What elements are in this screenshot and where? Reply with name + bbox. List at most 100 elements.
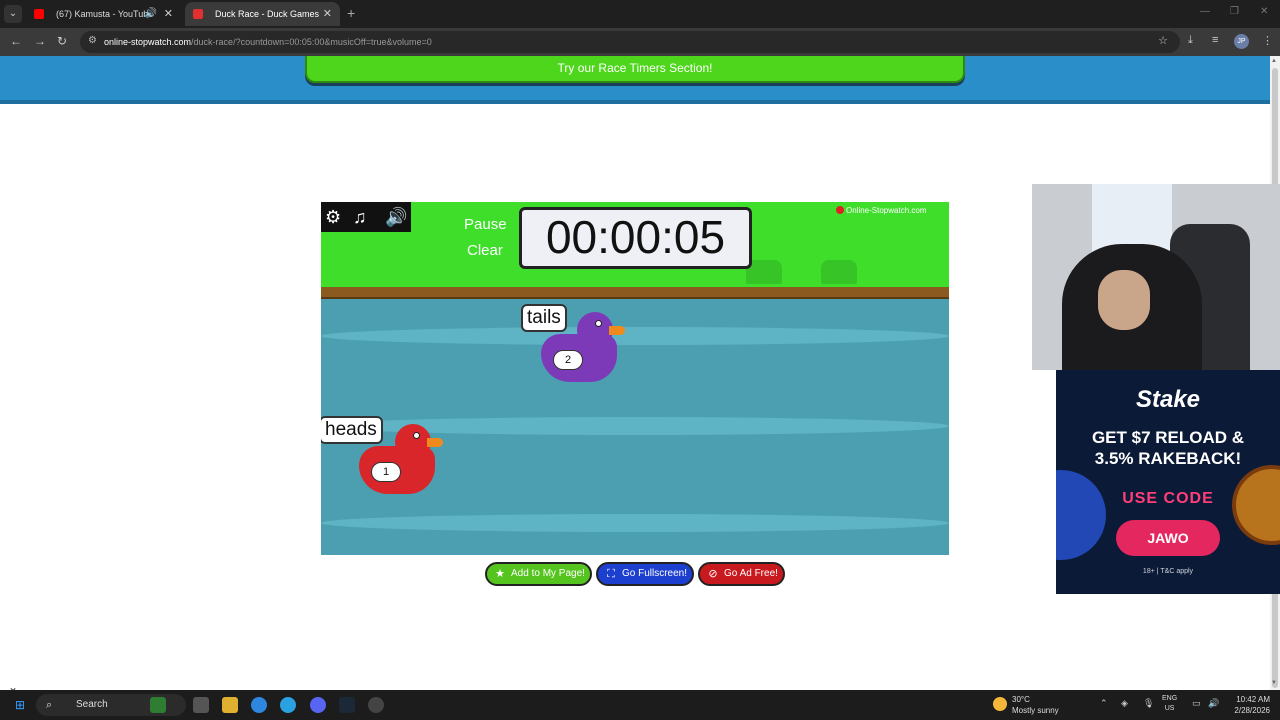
- river-bank: [321, 287, 949, 299]
- ad-use-code: USE CODE: [1122, 490, 1214, 507]
- clock-date: 2/28/2026: [1234, 706, 1270, 715]
- telegram-icon[interactable]: [280, 697, 296, 713]
- duck-eye: [595, 320, 602, 327]
- stopwatch-favicon-icon: [193, 9, 203, 19]
- file-explorer-icon[interactable]: [222, 697, 238, 713]
- duck-race-game[interactable]: ⚙ ♫ 🔊 Pause Clear 00:00:05 Online-Stopwa…: [321, 202, 949, 555]
- duck-beak: [427, 438, 443, 447]
- back-arrow-icon[interactable]: ←: [10, 34, 22, 48]
- fullscreen-label: Go Fullscreen!: [622, 568, 688, 579]
- lang-region: US: [1164, 705, 1175, 712]
- game-toolbar: ⚙ ♫ 🔊: [321, 202, 411, 232]
- tab-search-menu-icon[interactable]: ⌄: [4, 5, 22, 23]
- profile-avatar[interactable]: JP: [1234, 34, 1249, 49]
- bush: [821, 260, 857, 284]
- stake-ad[interactable]: Stake GET $7 RELOAD & 3.5% RAKEBACK! USE…: [1056, 370, 1280, 594]
- microphone-icon[interactable]: 🎙: [1143, 698, 1154, 709]
- close-tab-icon[interactable]: ✕: [164, 2, 173, 26]
- youtube-favicon-icon: [34, 9, 44, 19]
- ad-brand: Stake: [1135, 386, 1201, 413]
- fullscreen-button[interactable]: ⛶ Go Fullscreen!: [596, 562, 694, 586]
- volume-icon[interactable]: 🔊: [1208, 698, 1219, 709]
- fullscreen-icon: ⛶: [607, 568, 615, 580]
- scroll-down-icon[interactable]: ▼: [1271, 680, 1277, 686]
- new-tab-plus-icon[interactable]: +: [347, 5, 355, 21]
- close-window-icon[interactable]: ✕: [1260, 6, 1268, 17]
- duck-label-heads: heads: [321, 416, 383, 444]
- weather-sun-icon: [993, 697, 1007, 711]
- ad-headline: GET $7 RELOAD &: [1091, 428, 1245, 447]
- no-ads-icon: ⊘: [708, 568, 718, 580]
- close-tab-icon[interactable]: ✕: [323, 2, 332, 26]
- clear-button[interactable]: Clear: [467, 242, 503, 259]
- scroll-up-icon[interactable]: ▲: [1271, 58, 1277, 64]
- tab-duck-race[interactable]: Duck Race - Duck Games ✕: [185, 2, 340, 26]
- ad-code-button[interactable]: JAWO: [1116, 520, 1220, 556]
- url-text: online-stopwatch.com/duck-race/?countdow…: [104, 37, 432, 47]
- speaker-icon[interactable]: 🔊: [145, 2, 157, 26]
- water-wave: [321, 327, 949, 345]
- steam-icon[interactable]: [339, 697, 355, 713]
- bookmark-star-icon[interactable]: ☆: [1158, 34, 1168, 47]
- widget-icon[interactable]: [150, 697, 166, 713]
- chrome-icon[interactable]: [251, 697, 267, 713]
- cricket-ball-graphic: [1056, 470, 1106, 560]
- ad-free-button[interactable]: ⊘ Go Ad Free!: [698, 562, 785, 586]
- obs-icon[interactable]: [368, 697, 384, 713]
- chevron-down-icon[interactable]: ⌄: [8, 680, 18, 690]
- add-to-page-label: Add to My Page!: [511, 568, 585, 579]
- reload-icon[interactable]: ↻: [57, 34, 67, 48]
- streamer-face: [1098, 270, 1150, 330]
- clock-time: 10:42 AM: [1236, 695, 1270, 704]
- minimize-icon[interactable]: —: [1200, 6, 1210, 17]
- tab-title: (67) Kamusta - YouTube: [56, 9, 154, 19]
- reading-list-icon[interactable]: ≡: [1212, 34, 1218, 46]
- windows-start-icon[interactable]: ⊞: [12, 697, 28, 713]
- display-icon[interactable]: ▭: [1192, 698, 1201, 709]
- language-indicator[interactable]: ENG US: [1162, 694, 1177, 714]
- weather-temp: 30°C: [1012, 695, 1030, 704]
- windows-taskbar: ⊞ ⌕ Search 30°C Mostly sunny ⌃ ◈ 🎙 ENG US …: [0, 690, 1280, 720]
- chevron-up-icon[interactable]: ⌃: [1100, 698, 1108, 709]
- settings-gear-icon[interactable]: ⚙: [325, 206, 341, 228]
- browser-toolbar: ← → ↻ ⚙ online-stopwatch.com/duck-race/?…: [0, 28, 1280, 56]
- duck-number: 1: [371, 462, 401, 482]
- music-off-icon[interactable]: ♫: [353, 206, 367, 228]
- tab-title: Duck Race - Duck Games: [215, 9, 320, 19]
- countdown-timer: 00:00:05: [519, 207, 752, 269]
- star-icon: ★: [495, 568, 505, 580]
- menu-kebab-icon[interactable]: ⋮: [1262, 34, 1273, 47]
- webcam-overlay: [1032, 184, 1280, 370]
- ad-free-label: Go Ad Free!: [724, 568, 778, 579]
- duck-eye: [413, 432, 420, 439]
- ad-headline: 3.5% RAKEBACK!: [1094, 449, 1242, 468]
- tab-youtube[interactable]: (67) Kamusta - YouTube 🔊 ✕: [26, 2, 181, 26]
- search-icon: ⌕: [46, 699, 53, 711]
- sound-icon[interactable]: 🔊: [385, 206, 407, 228]
- search-placeholder: Search: [76, 699, 108, 710]
- network-icon[interactable]: ◈: [1121, 698, 1128, 709]
- add-to-page-button[interactable]: ★ Add to My Page!: [485, 562, 592, 586]
- maximize-icon[interactable]: ❐: [1230, 6, 1239, 17]
- forward-arrow-icon[interactable]: →: [34, 34, 46, 48]
- system-clock[interactable]: 10:42 AM 2/28/2026: [1226, 694, 1270, 716]
- discord-icon[interactable]: [310, 697, 326, 713]
- race-timers-button[interactable]: Try our Race Timers Section!: [305, 56, 965, 83]
- water-wave: [321, 514, 949, 532]
- duck-head: [577, 312, 613, 348]
- duck-beak: [609, 326, 625, 335]
- download-icon[interactable]: ⤓: [1188, 34, 1193, 47]
- task-view-icon[interactable]: [193, 697, 209, 713]
- logo-mark-icon: [836, 206, 844, 214]
- pause-button[interactable]: Pause: [464, 216, 507, 233]
- address-bar[interactable]: ⚙ online-stopwatch.com/duck-race/?countd…: [80, 31, 1180, 53]
- lang-code: ENG: [1162, 695, 1178, 702]
- duck-number: 2: [553, 350, 583, 370]
- duck-label-tails: tails: [521, 304, 567, 332]
- duck-head: [395, 424, 431, 460]
- weather-desc: Mostly sunny: [1012, 706, 1059, 715]
- ad-fine-print: 18+ | T&C apply: [1142, 568, 1194, 575]
- site-info-icon[interactable]: ⚙: [88, 35, 97, 46]
- browser-tab-strip: ⌄ (67) Kamusta - YouTube 🔊 ✕ Duck Race -…: [0, 0, 1280, 28]
- site-logo[interactable]: Online-Stopwatch.com: [836, 206, 926, 215]
